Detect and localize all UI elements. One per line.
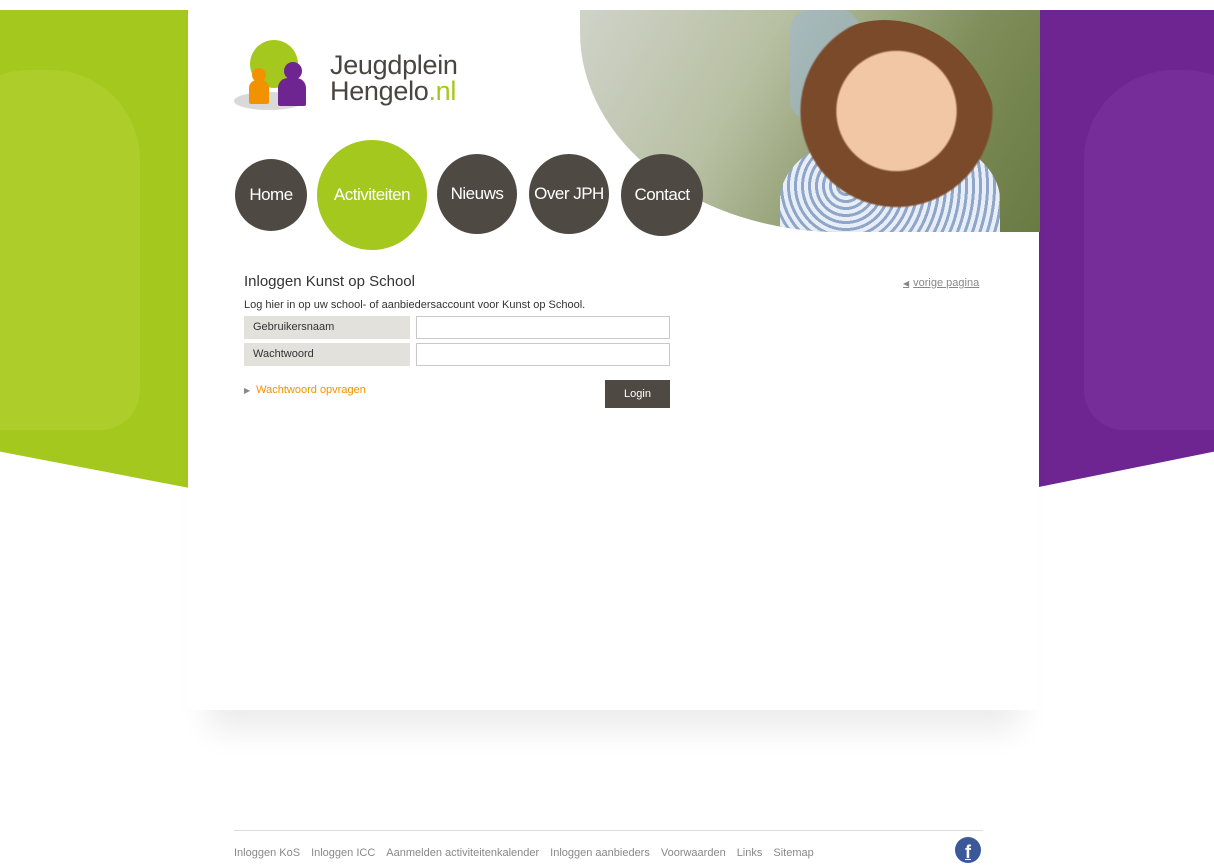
nav-nieuws[interactable]: Nieuws [437,154,517,234]
facebook-icon[interactable]: f [955,837,981,863]
password-input[interactable] [416,343,670,366]
footer-links: Inloggen KoS Inloggen ICC Aanmelden activi… [234,847,825,859]
footer-link-inloggen-icc[interactable]: Inloggen ICC [311,847,375,859]
purple-side-panel [1024,10,1214,490]
site-logo[interactable]: Jeugdplein Hengelo.nl [234,40,494,115]
logo-text-hengelo: Hengelo [330,76,429,106]
footer-link-voorwaarden[interactable]: Voorwaarden [661,847,726,859]
nav-activiteiten[interactable]: Activiteiten [317,140,427,250]
login-button[interactable]: Login [605,380,670,408]
green-figure-decoration [0,70,140,430]
purple-figure-decoration [1084,70,1214,430]
logo-orange-kid-head [252,68,266,82]
footer-link-sitemap[interactable]: Sitemap [773,847,813,859]
footer-link-inloggen-aanbieders[interactable]: Inloggen aanbieders [550,847,650,859]
page-title: Inloggen Kunst op School [244,273,415,290]
forgot-password-link[interactable]: ▶ Wachtwoord opvragen [244,384,366,396]
logo-text-nl: .nl [428,76,457,106]
logo-purple-kid-icon [278,78,306,106]
username-input[interactable] [416,316,670,339]
caret-right-icon: ▶ [244,386,251,395]
footer-link-aanmelden-activiteitenkalender[interactable]: Aanmelden activiteitenkalender [386,847,539,859]
intro-text: Log hier in op uw school- of aanbiedersa… [244,299,586,311]
logo-text-line2: Hengelo.nl [330,76,456,107]
nav-over-jph[interactable]: Over JPH [529,154,609,234]
footer-link-inloggen-kos[interactable]: Inloggen KoS [234,847,300,859]
green-side-panel [0,10,200,490]
nav-home[interactable]: Home [235,159,307,231]
password-label: Wachtwoord [244,343,410,366]
footer-link-links[interactable]: Links [737,847,763,859]
nav-contact[interactable]: Contact [621,154,703,236]
logo-orange-kid-icon [249,80,269,104]
footer-divider [234,830,983,831]
forgot-password-label: Wachtwoord opvragen [256,384,366,396]
logo-purple-kid-head [284,62,302,80]
username-label: Gebruikersnaam [244,316,410,339]
back-link[interactable]: ◀ vorige pagina [903,277,979,289]
caret-left-icon: ◀ [903,279,910,288]
back-link-label: vorige pagina [913,277,980,289]
